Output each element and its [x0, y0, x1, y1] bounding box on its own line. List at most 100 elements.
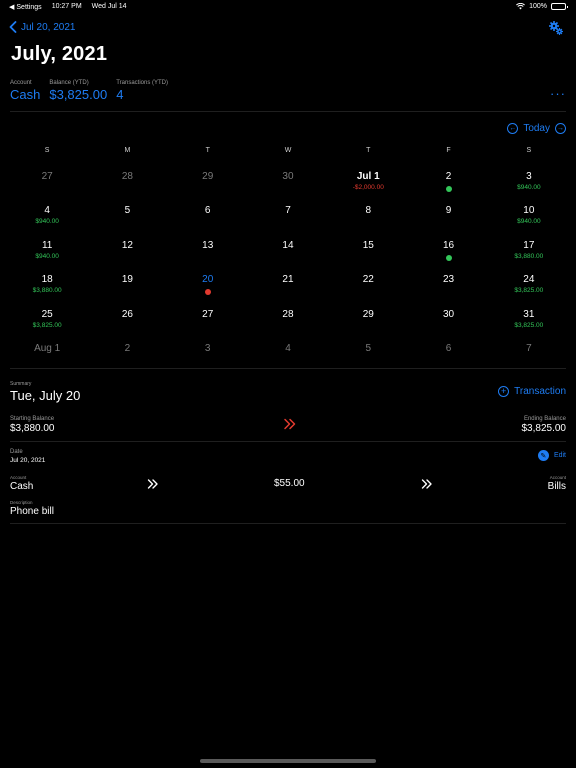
day-number: 30: [443, 308, 455, 320]
day-balance: $940.00: [517, 218, 541, 226]
day-number: 5: [365, 342, 372, 354]
day-number: 7: [526, 342, 532, 354]
calendar-day[interactable]: 27: [168, 309, 248, 343]
back-button[interactable]: Jul 20, 2021: [9, 21, 76, 33]
calendar-day[interactable]: 7: [489, 343, 569, 377]
calendar-day[interactable]: 13: [168, 240, 248, 274]
stat-value: 4: [116, 87, 124, 102]
calendar-day[interactable]: 23: [408, 274, 488, 308]
calendar-day[interactable]: 7: [248, 205, 328, 239]
transaction-amount: $55.00: [274, 478, 305, 489]
calendar-day[interactable]: 30: [408, 309, 488, 343]
day-number: 20: [202, 274, 214, 286]
calendar-day[interactable]: 2: [408, 171, 488, 205]
day-number: 23: [443, 274, 455, 286]
day-number: 2: [445, 171, 452, 182]
calendar-day[interactable]: 31 $3,825.00: [489, 309, 569, 343]
back-to-settings[interactable]: ◀ Settings: [9, 3, 42, 12]
next-month-icon[interactable]: →: [555, 123, 566, 134]
calendar-week: 4 $940.00 5 6 7 8 9 10 $940.00: [7, 205, 569, 239]
back-app-label: Settings: [16, 3, 42, 11]
weekday-label: W: [284, 147, 292, 154]
day-number: 16: [443, 239, 455, 251]
calendar-day[interactable]: 25 $3,825.00: [7, 309, 87, 343]
day-number: 17: [523, 239, 535, 251]
day-number: 14: [282, 239, 294, 251]
day-number: 6: [445, 342, 452, 354]
stat-value: Cash: [10, 87, 41, 102]
calendar-day[interactable]: 18 $3,880.00: [7, 274, 87, 308]
plus-circle-icon: +: [498, 386, 510, 397]
calendar-day[interactable]: 12: [87, 240, 167, 274]
calendar-day[interactable]: 2: [87, 343, 167, 377]
day-number: 27: [202, 308, 214, 320]
starting-balance-label: Starting Balance: [10, 416, 55, 422]
day-number: 28: [282, 308, 294, 320]
day-number: 28: [121, 171, 133, 182]
to-account-label: Account: [549, 475, 566, 480]
day-number: 31: [523, 308, 535, 320]
calendar-day[interactable]: 17 $3,880.00: [489, 240, 569, 274]
calendar-day[interactable]: 16: [408, 240, 488, 274]
calendar-day[interactable]: 8: [328, 205, 408, 239]
divider: [10, 441, 566, 442]
calendar-day[interactable]: 29: [328, 309, 408, 343]
day-number: 8: [365, 205, 372, 217]
wifi-icon: [516, 3, 526, 10]
calendar-day[interactable]: 22: [328, 274, 408, 308]
calendar-day[interactable]: Aug 1: [7, 343, 87, 377]
status-bar: ◀ Settings 10:27 PM Wed Jul 14 100%: [0, 0, 576, 14]
ending-balance-label: Ending Balance: [523, 416, 566, 422]
calendar-day[interactable]: 26: [87, 309, 167, 343]
today-button[interactable]: Today: [523, 123, 550, 134]
more-options-button[interactable]: ···: [550, 86, 566, 101]
stat-account[interactable]: Account Cash: [10, 80, 40, 102]
home-indicator[interactable]: [200, 759, 376, 763]
page-title: July, 2021: [11, 43, 108, 65]
day-balance: $940.00: [35, 218, 59, 226]
calendar-day[interactable]: 21: [248, 274, 328, 308]
from-account-value: Cash: [10, 481, 34, 492]
calendar-grid: 27 28 29 30 Jul 1 -$2,000.00 2 3 $940.00 4 $940.00…: [7, 171, 569, 377]
calendar-day[interactable]: 3: [168, 343, 248, 377]
calendar-day[interactable]: 4 $940.00: [7, 205, 87, 239]
add-transaction-button[interactable]: + Transaction: [498, 386, 566, 397]
day-balance: $3,880.00: [32, 287, 62, 295]
calendar-day[interactable]: 4: [248, 343, 328, 377]
calendar-day[interactable]: 27: [7, 171, 87, 205]
calendar-day[interactable]: 11 $940.00: [7, 240, 87, 274]
calendar-week: 25 $3,825.00 26 27 28 29 30 31 $3,825.00: [7, 309, 569, 343]
day-number: 10: [523, 205, 535, 217]
calendar-day[interactable]: 5: [87, 205, 167, 239]
starting-balance: Starting Balance $3,880.00: [10, 416, 55, 434]
day-number: 3: [526, 171, 532, 182]
calendar-day[interactable]: 28: [87, 171, 167, 205]
stat-transactions[interactable]: Transactions (YTD) 4: [116, 80, 168, 102]
gears-icon[interactable]: [548, 20, 564, 36]
calendar-day[interactable]: 6: [168, 205, 248, 239]
day-number: 22: [362, 274, 374, 286]
calendar-day[interactable]: 14: [248, 240, 328, 274]
calendar-day[interactable]: 5: [328, 343, 408, 377]
calendar-day[interactable]: 9: [408, 205, 488, 239]
calendar-day[interactable]: 15: [328, 240, 408, 274]
calendar-day[interactable]: 3 $940.00: [489, 171, 569, 205]
pencil-icon: ✎: [537, 450, 549, 461]
calendar-day[interactable]: 6: [408, 343, 488, 377]
previous-month-icon[interactable]: ←: [507, 123, 519, 134]
calendar-day[interactable]: 19: [87, 274, 167, 308]
calendar-day[interactable]: 20: [168, 274, 248, 308]
calendar-day[interactable]: 24 $3,825.00: [489, 274, 569, 308]
day-balance: -$2,000.00: [352, 184, 384, 191]
calendar-day[interactable]: Jul 1 -$2,000.00: [328, 171, 408, 205]
add-transaction-label: Transaction: [514, 386, 566, 397]
calendar-day[interactable]: 10 $940.00: [489, 205, 569, 239]
battery-icon: [551, 3, 568, 10]
ending-balance-value: $3,825.00: [521, 423, 567, 434]
edit-button[interactable]: ✎ Edit: [537, 450, 566, 461]
stat-balance[interactable]: Balance (YTD) $3,825.00: [49, 80, 107, 102]
to-account-value: Bills: [547, 481, 566, 492]
calendar-day[interactable]: 29: [168, 171, 248, 205]
calendar-day[interactable]: 30: [248, 171, 328, 205]
calendar-day[interactable]: 28: [248, 309, 328, 343]
